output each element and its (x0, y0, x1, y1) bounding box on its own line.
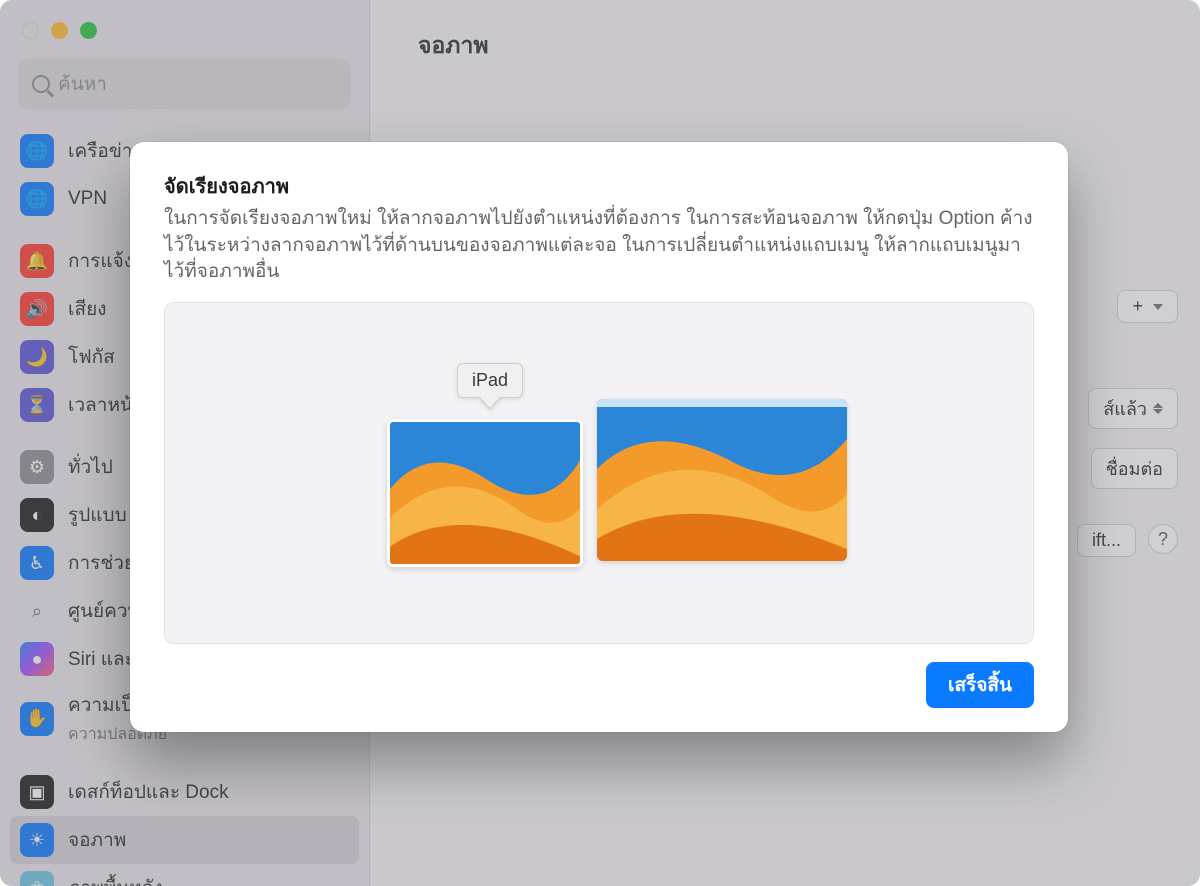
sidebar-item-displays-icon: ☀ (20, 823, 54, 857)
sidebar-item-label: เดสก์ท็อปและ Dock (68, 777, 229, 807)
zoom-window-button[interactable] (80, 22, 97, 39)
search-placeholder: ค้นหา (58, 69, 107, 99)
sidebar-item-general-icon: ⚙︎ (20, 450, 54, 484)
sidebar-item-label: โฟกัส (68, 342, 115, 372)
settings-window: ค้นหา 🌐เครือข่าย🌐VPN🔔การแจ้งเตือน🔊เสียง🌙… (0, 0, 1200, 886)
wallpaper-thumbnail-icon (390, 422, 580, 564)
sidebar-item-privacy-icon: ✋ (20, 702, 54, 736)
display-main[interactable] (597, 399, 847, 561)
search-input[interactable]: ค้นหา (18, 59, 351, 109)
search-icon (32, 75, 50, 93)
sidebar-item-wallpaper-icon: ❀ (20, 871, 54, 886)
arrange-displays-dialog: จัดเรียงจอภาพ ในการจัดเรียงจอภาพใหม่ ให้… (130, 142, 1068, 732)
dialog-description: ในการจัดเรียงจอภาพใหม่ ให้ลากจอภาพไปยังต… (164, 206, 1034, 286)
dialog-title: จัดเรียงจอภาพ (164, 170, 1034, 202)
sidebar-item-desktop[interactable]: ▣ เดสก์ท็อปและ Dock (10, 768, 359, 816)
connect-button[interactable]: ชื่อมต่อ (1091, 448, 1178, 489)
minimize-window-button[interactable] (51, 22, 68, 39)
sidebar-item-screentime-icon: ⏳ (20, 388, 54, 422)
sidebar-item-label: ทั่วไป (68, 452, 113, 482)
sidebar-item-accessibility-icon: ♿︎ (20, 546, 54, 580)
display-tooltip: iPad (457, 363, 523, 398)
sidebar-item-displays[interactable]: ☀ จอภาพ (10, 816, 359, 864)
help-button[interactable]: ? (1148, 524, 1178, 554)
done-button[interactable]: เสร็จสิ้น (926, 662, 1034, 708)
sidebar-item-desktop-icon: ▣ (20, 775, 54, 809)
display-ipad[interactable] (387, 419, 583, 567)
chevron-down-icon (1153, 304, 1163, 310)
sync-status-select[interactable]: ส์แล้ว (1088, 388, 1178, 429)
display-arrangement-area[interactable]: iPad (164, 302, 1034, 644)
night-shift-button[interactable]: ift... (1077, 524, 1136, 557)
sidebar-item-siri-icon: ● (20, 642, 54, 676)
sidebar-item-label: เสียง (68, 294, 107, 324)
sidebar-item-label: ภาพพื้นหลัง (68, 873, 163, 886)
sidebar-item-label: VPN (68, 188, 107, 210)
sidebar-item-label: จอภาพ (68, 825, 126, 855)
page-title: จอภาพ (370, 0, 1200, 82)
updown-icon (1153, 403, 1163, 414)
sidebar-item-wallpaper[interactable]: ❀ ภาพพื้นหลัง (10, 864, 359, 886)
close-window-button[interactable] (22, 22, 39, 39)
sidebar-item-sound-icon: 🔊 (20, 292, 54, 326)
sidebar-item-focus-icon: 🌙 (20, 340, 54, 374)
add-display-button[interactable]: + (1117, 290, 1178, 323)
sidebar-item-network-icon: 🌐 (20, 134, 54, 168)
wallpaper-thumbnail-icon (597, 399, 847, 561)
sidebar-item-appearance-icon: ◐ (20, 498, 54, 532)
sidebar-item-controlcenter-icon: ⌕ (20, 594, 54, 628)
sidebar-item-vpn-icon: 🌐 (20, 182, 54, 216)
window-controls (0, 0, 369, 49)
dialog-footer: เสร็จสิ้น (164, 644, 1034, 708)
sidebar-item-notifications-icon: 🔔 (20, 244, 54, 278)
sidebar-item-label: รูปแบบ (68, 500, 127, 530)
